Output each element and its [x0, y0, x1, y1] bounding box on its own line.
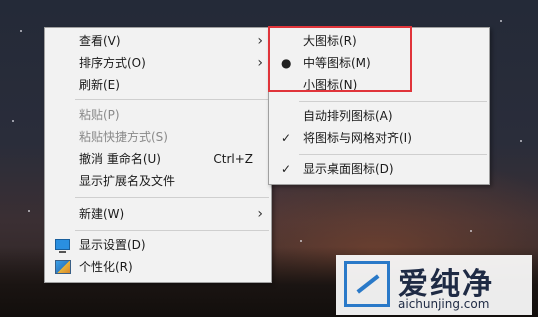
- menu-item-display-settings[interactable]: 显示设置(D): [45, 234, 271, 256]
- personalize-icon: [55, 260, 71, 274]
- menu-item-label: 粘贴(P): [79, 108, 120, 122]
- menu-item-refresh[interactable]: 刷新(E): [45, 74, 271, 96]
- menu-item-label: 自动排列图标(A): [303, 109, 393, 123]
- menu-item-personalize[interactable]: 个性化(R): [45, 256, 271, 278]
- menu-item-label: 显示扩展名及文件: [79, 174, 176, 188]
- menu-item-label: 查看(V): [79, 34, 121, 48]
- menu-item-align-to-grid[interactable]: ✓ 将图标与网格对齐(I): [269, 127, 489, 149]
- chevron-right-icon: ›: [257, 55, 263, 71]
- menu-item-paste: 粘贴(P): [45, 104, 271, 126]
- menu-item-label: 新建(W): [79, 207, 125, 221]
- menu-item-auto-arrange[interactable]: 自动排列图标(A): [269, 105, 489, 127]
- desktop-context-menu: 查看(V) › 排序方式(O) › 刷新(E) 粘贴(P) 粘贴快捷方式(S) …: [44, 27, 272, 283]
- menu-item-show-desktop-icons[interactable]: ✓ 显示桌面图标(D): [269, 158, 489, 180]
- menu-item-label: 粘贴快捷方式(S): [79, 130, 168, 144]
- menu-item-shortcut: Ctrl+Z: [213, 152, 253, 166]
- display-settings-icon: [55, 239, 70, 253]
- menu-item-label: 个性化(R): [79, 260, 133, 274]
- menu-item-label: 显示设置(D): [79, 238, 146, 252]
- menu-item-label: 显示桌面图标(D): [303, 162, 394, 176]
- menu-item-new[interactable]: 新建(W) ›: [45, 203, 271, 225]
- menu-separator: [75, 230, 269, 231]
- menu-item-view[interactable]: 查看(V) ›: [45, 30, 271, 52]
- menu-item-undo-rename[interactable]: 撤消 重命名(U) Ctrl+Z: [45, 148, 271, 170]
- checkmark-icon: ✓: [281, 131, 292, 145]
- menu-item-show-extensions[interactable]: 显示扩展名及文件: [45, 170, 271, 192]
- menu-separator: [299, 101, 487, 102]
- menu-separator: [299, 154, 487, 155]
- menu-separator: [75, 99, 269, 100]
- menu-item-sort-by[interactable]: 排序方式(O) ›: [45, 52, 271, 74]
- menu-item-label: 刷新(E): [79, 78, 120, 92]
- menu-item-paste-shortcut: 粘贴快捷方式(S): [45, 126, 271, 148]
- annotation-highlight-box: [268, 26, 412, 92]
- menu-item-label: 将图标与网格对齐(I): [303, 131, 412, 145]
- checkmark-icon: ✓: [281, 162, 292, 176]
- chevron-right-icon: ›: [257, 33, 263, 49]
- menu-item-label: 排序方式(O): [79, 56, 146, 70]
- watermark-url: aichunjing.com: [398, 297, 490, 311]
- menu-separator: [75, 197, 269, 198]
- menu-item-label: 撤消 重命名(U): [79, 152, 161, 166]
- chevron-right-icon: ›: [257, 206, 263, 222]
- site-watermark: 爱纯净 aichunjing.com: [336, 255, 532, 315]
- watermark-logo-icon: [344, 261, 390, 307]
